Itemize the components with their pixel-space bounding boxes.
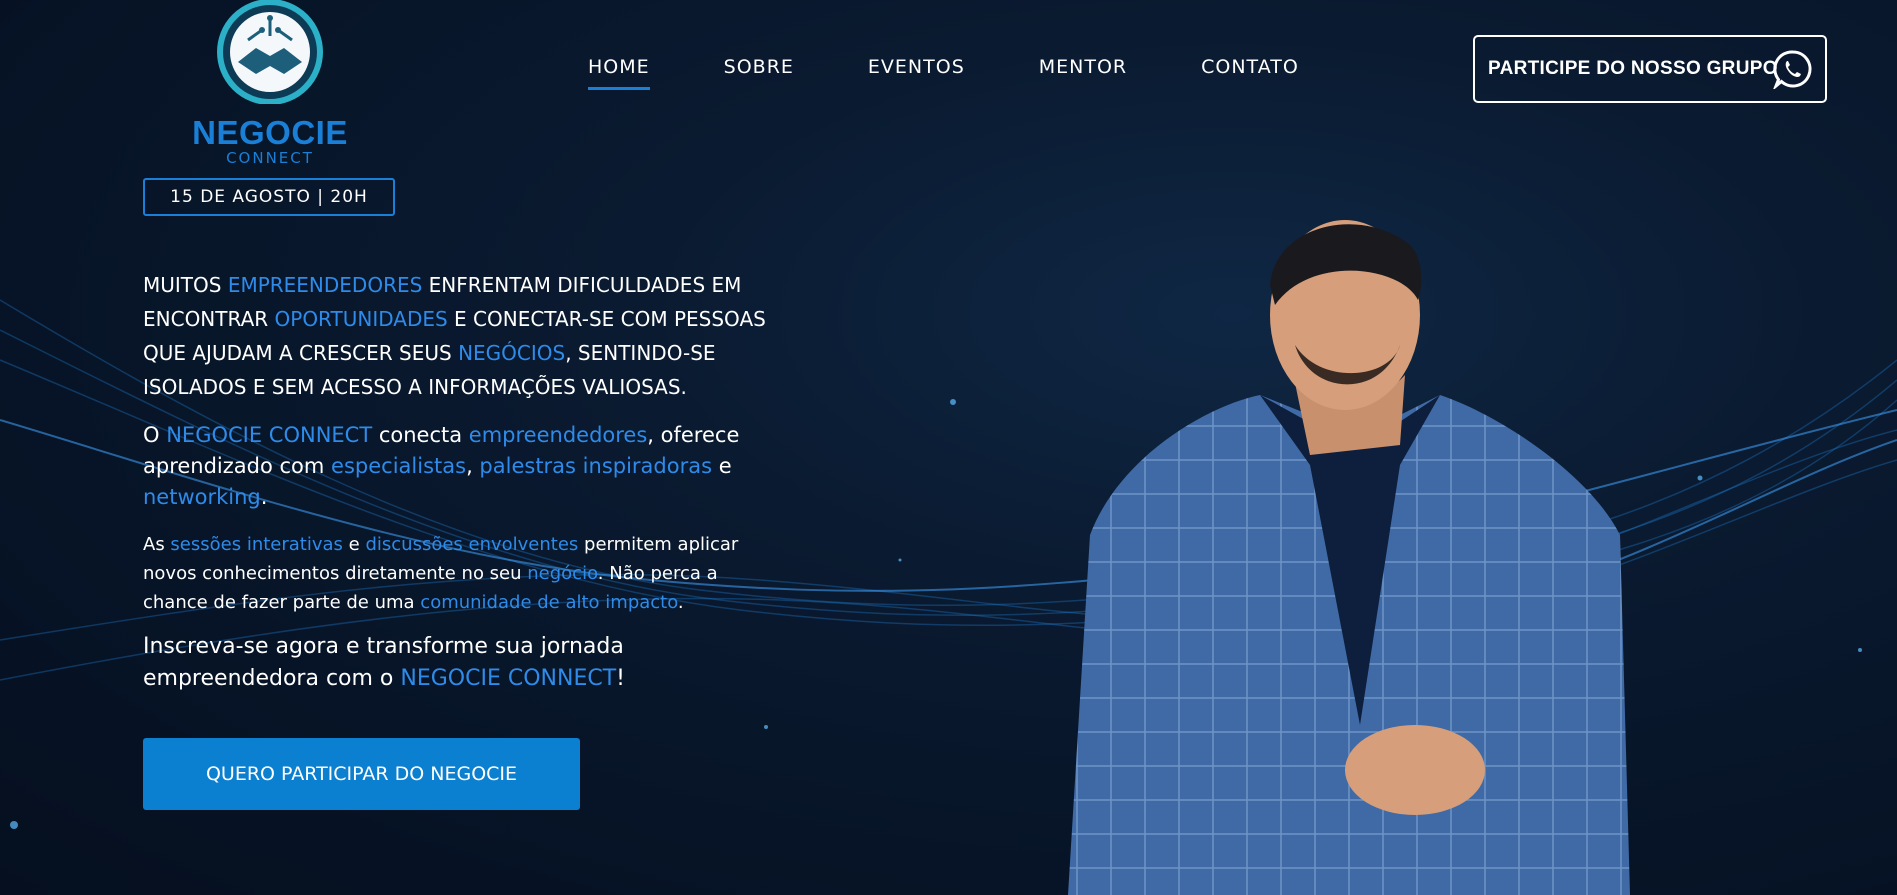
paragraph-text: MUITOS xyxy=(143,273,228,297)
nav-item-mentor[interactable]: MENTOR xyxy=(1039,56,1127,78)
highlighted-text: sessões interativas xyxy=(170,534,343,555)
handshake-logo-icon xyxy=(217,0,323,105)
highlighted-text: NEGOCIE CONNECT xyxy=(400,666,617,691)
paragraph-text: ! xyxy=(616,666,625,691)
highlighted-text: comunidade de alto impacto xyxy=(420,592,678,613)
intro-content: MUITOS EMPREENDEDORES ENFRENTAM DIFICULD… xyxy=(143,268,783,695)
whatsapp-icon xyxy=(1773,50,1812,89)
intro-paragraph-sessions: As sessões interativas e discussões envo… xyxy=(143,530,783,617)
join-event-button[interactable]: QUERO PARTICIPAR DO NEGOCIE xyxy=(143,738,580,810)
highlighted-text: EMPREENDEDORES xyxy=(227,273,423,297)
paragraph-text: . xyxy=(677,592,684,613)
logo[interactable]: NEGOCIE CONNECT xyxy=(180,0,360,166)
intro-paragraph-offer: O NEGOCIE CONNECT conecta empreendedores… xyxy=(143,420,783,513)
logo-name: NEGOCIE xyxy=(192,114,348,151)
nav-item-eventos[interactable]: EVENTOS xyxy=(868,56,965,78)
paragraph-text: O xyxy=(143,423,167,447)
highlighted-text: negócio xyxy=(527,563,598,584)
nav-item-home[interactable]: HOME xyxy=(588,56,650,90)
highlighted-text: NEGÓCIOS xyxy=(458,341,566,365)
paragraph-text: . xyxy=(260,485,268,509)
logo-subtitle: CONNECT xyxy=(226,149,314,167)
mentor-portrait xyxy=(1068,220,1630,895)
highlighted-text: empreendedores xyxy=(468,423,648,447)
event-date-badge: 15 DE AGOSTO | 20H xyxy=(143,178,395,216)
nav-item-sobre[interactable]: SOBRE xyxy=(724,56,794,78)
paragraph-text: e xyxy=(342,534,366,555)
nav-item-contato[interactable]: CONTATO xyxy=(1201,56,1299,78)
intro-paragraph-signup: Inscreva-se agora e transforme sua jorna… xyxy=(143,631,783,695)
paragraph-text: e xyxy=(712,454,732,478)
paragraph-text: As xyxy=(143,534,171,555)
highlighted-text: discussões envolventes xyxy=(365,534,579,555)
highlighted-text: palestras inspiradoras xyxy=(479,454,713,478)
join-group-button[interactable]: PARTICIPE DO NOSSO GRUPO xyxy=(1473,35,1827,103)
intro-paragraph-problem: MUITOS EMPREENDEDORES ENFRENTAM DIFICULD… xyxy=(143,268,783,404)
highlighted-text: networking xyxy=(143,485,261,509)
join-group-label: PARTICIPE DO NOSSO GRUPO xyxy=(1488,58,1778,79)
highlighted-text: NEGOCIE CONNECT xyxy=(166,423,373,447)
paragraph-text: , xyxy=(466,454,480,478)
paragraph-text: conecta xyxy=(372,423,469,447)
highlighted-text: especialistas xyxy=(331,454,467,478)
main-nav: HOME SOBRE EVENTOS MENTOR CONTATO xyxy=(588,56,1373,90)
highlighted-text: OPORTUNIDADES xyxy=(274,307,448,331)
